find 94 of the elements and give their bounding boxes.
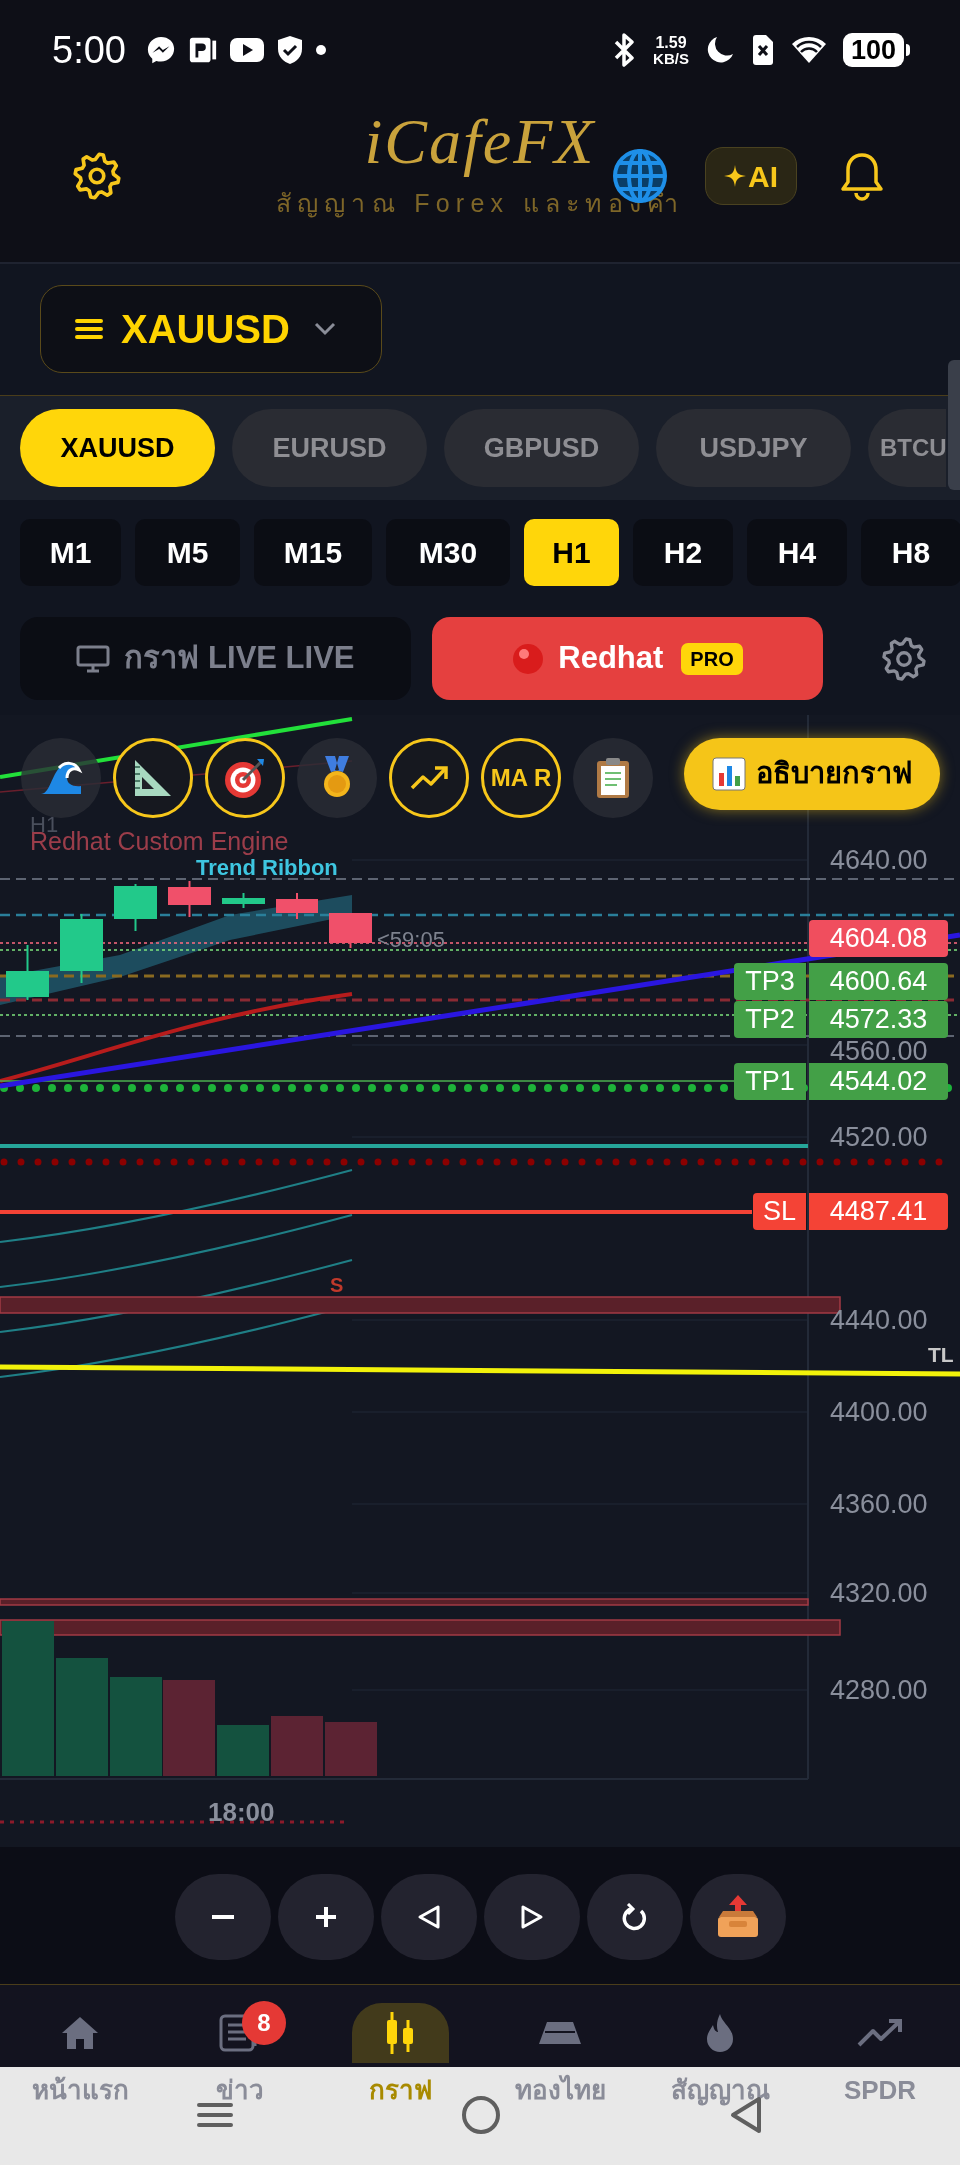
shield-icon — [275, 35, 304, 65]
zoom-in-icon — [314, 1906, 337, 1928]
candlestick — [222, 892, 265, 909]
nav-tab[interactable] — [351, 2003, 449, 2063]
price-tag: 4600.64 — [809, 963, 948, 1000]
timeframe-tab[interactable]: M5 — [135, 519, 240, 586]
pair-tab[interactable]: XAUUSD — [20, 409, 215, 487]
notification-badge: 8 — [242, 2001, 286, 2045]
bell-icon — [840, 151, 884, 201]
price-axis-label: 4640.00 — [830, 848, 928, 872]
menu-icon — [197, 2102, 233, 2128]
app-icon — [187, 35, 218, 65]
battery-tip — [906, 44, 910, 56]
price-axis-label: 4360.00 — [830, 1492, 928, 1516]
home-icon — [60, 2015, 100, 2051]
level-tag: TP3 — [734, 963, 806, 1000]
app-tagline: สัญญาณ Forex และทองคำ — [275, 188, 685, 218]
mode-tab[interactable]: กราฟ LIVE LIVE — [20, 617, 411, 700]
bar-chart-icon — [711, 757, 746, 791]
messenger-icon — [145, 35, 176, 65]
explain-chart-button[interactable]: อธิบายกราฟ — [684, 738, 940, 810]
left-triangle-icon — [416, 1904, 441, 1930]
chart-tool-button[interactable]: MA R — [481, 738, 561, 818]
zoom-out-icon — [211, 1914, 234, 1920]
candlestick — [114, 883, 157, 932]
price-axis-label: 4440.00 — [830, 1308, 928, 1332]
indicator-label: Trend Ribbon — [196, 856, 338, 880]
price-axis-label: 4520.00 — [830, 1125, 928, 1149]
timeframe-tab[interactable]: M15 — [254, 519, 372, 586]
pair-tab[interactable]: BTCU — [868, 409, 946, 487]
timeframe-tab[interactable]: H2 — [633, 519, 733, 586]
pair-tab[interactable]: USDJPY — [656, 409, 851, 487]
notifications-button[interactable] — [839, 150, 885, 202]
volume-bar — [217, 1725, 269, 1776]
level-tag: TP2 — [734, 1001, 806, 1038]
price-axis-label: 4400.00 — [830, 1400, 928, 1424]
triangle-ruler-icon — [132, 757, 174, 799]
flame-icon — [705, 2013, 735, 2053]
price-axis-label: 4320.00 — [830, 1581, 928, 1605]
settings-button[interactable] — [72, 151, 122, 201]
candlestick — [276, 892, 318, 920]
level-tag: SL — [753, 1193, 806, 1230]
sim-card-icon — [750, 34, 775, 66]
price-tag: 4572.33 — [809, 1001, 948, 1038]
monitor-icon — [76, 644, 111, 673]
trend-arrow-icon — [857, 2018, 903, 2048]
price-axis-label: 4560.00 — [830, 1039, 928, 1063]
candle-countdown: <59:05 — [377, 927, 445, 953]
settings-icon — [72, 151, 122, 201]
ai-button[interactable]: AI — [705, 147, 797, 205]
timeframe-tab[interactable]: H8 — [861, 519, 960, 586]
pro-badge: PRO — [681, 642, 743, 675]
trendline-label: TL — [928, 1343, 954, 1367]
network-speed: 1.59 — [655, 34, 687, 51]
menu-icon — [75, 318, 103, 340]
timeframe-tab[interactable]: H4 — [747, 519, 847, 586]
target-icon — [223, 756, 267, 800]
zone-label: S — [330, 1274, 344, 1296]
refresh-icon — [621, 1903, 648, 1931]
price-axis-label: 4280.00 — [830, 1678, 928, 1702]
volume-bar — [271, 1716, 323, 1776]
pair-tab[interactable]: GBPUSD — [444, 409, 639, 487]
right-triangle-icon — [519, 1904, 544, 1930]
status-time: 5:00 — [52, 27, 126, 73]
candlestick — [6, 944, 49, 1001]
record-dot-icon — [512, 642, 545, 675]
price-tag: 4544.02 — [809, 1063, 948, 1100]
price-tag: 4487.41 — [809, 1193, 948, 1230]
trend-arrow-icon — [409, 764, 449, 792]
network-speed-unit: KB/S — [653, 50, 689, 66]
clipboard-icon — [596, 757, 630, 799]
volume-bar — [325, 1722, 377, 1776]
home-circle-icon — [461, 2095, 501, 2135]
level-tag: TP1 — [734, 1063, 806, 1100]
chevron-down-icon — [313, 322, 336, 336]
settings-icon — [881, 635, 927, 682]
time-axis-label: 18:00 — [208, 1797, 275, 1827]
video-play-icon — [229, 37, 264, 63]
symbol-selector[interactable]: XAUUSD — [40, 285, 382, 373]
timeframe-tab[interactable]: H1 — [524, 519, 619, 586]
candlestick — [60, 913, 103, 984]
sparkle-icon — [724, 165, 746, 187]
app-logo: iCafeFX — [364, 105, 596, 179]
pair-tab[interactable]: EURUSD — [232, 409, 427, 487]
candlestick — [168, 880, 211, 918]
battery-indicator: 100 — [842, 33, 904, 67]
mode-tab[interactable]: Redhat PRO — [432, 617, 823, 700]
timeframe-tab[interactable]: M1 — [20, 519, 121, 586]
notification-dot-icon — [315, 45, 326, 55]
chart-settings-button[interactable] — [880, 634, 928, 683]
wifi-icon — [790, 35, 827, 65]
timeframe-tab[interactable]: M30 — [386, 519, 510, 586]
candlestick — [329, 912, 372, 949]
price-tag: 4604.08 — [809, 920, 948, 957]
